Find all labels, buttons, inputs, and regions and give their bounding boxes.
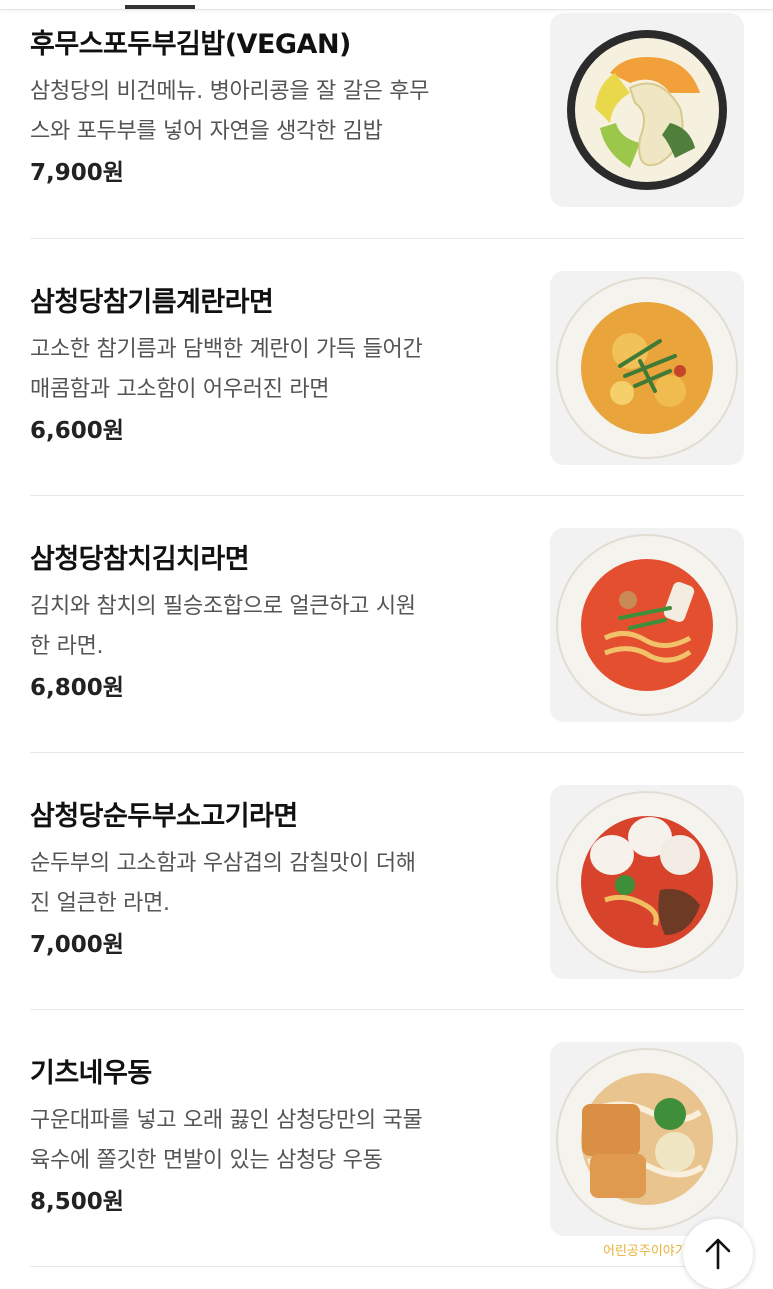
menu-item-description: 순두부의 고소함과 우삼겹의 감칠맛이 더해 진 얼큰한 라면. xyxy=(30,844,535,924)
tuna-kimchi-ramen-photo[interactable] xyxy=(550,528,744,722)
menu-item-price: 6,600원 xyxy=(30,418,124,444)
menu-item[interactable]: 삼청당순두부소고기라면 순두부의 고소함과 우삼겹의 감칠맛이 더해 진 얼큰한… xyxy=(30,785,744,985)
menu-item-description: 삼청당의 비건메뉴. 병아리콩을 잘 갈은 후무 스와 포두부를 넣어 자연을 … xyxy=(30,72,535,152)
menu-item-text: 후무스포두부김밥(VEGAN) 삼청당의 비건메뉴. 병아리콩을 잘 갈은 후무… xyxy=(30,27,535,190)
menu-item[interactable]: 후무스포두부김밥(VEGAN) 삼청당의 비건메뉴. 병아리콩을 잘 갈은 후무… xyxy=(30,13,744,213)
menu-item-description-line: 한 라면. xyxy=(30,634,104,659)
menu-item-name: 삼청당순두부소고기라면 xyxy=(30,801,298,832)
menu-item-description-line: 삼청당의 비건메뉴. 병아리콩을 잘 갈은 후무 xyxy=(30,79,430,104)
menu-item-text: 삼청당순두부소고기라면 순두부의 고소함과 우삼겹의 감칠맛이 더해 진 얼큰한… xyxy=(30,799,535,962)
menu-item-text: 삼청당참기름계란라면 고소한 참기름과 담백한 계란이 가득 들어간 매콤함과 … xyxy=(30,285,535,448)
divider xyxy=(30,238,744,239)
menu-item-name: 삼청당참치김치라면 xyxy=(30,544,250,575)
divider xyxy=(30,1266,744,1267)
menu-item-description-line: 고소한 참기름과 담백한 계란이 가득 들어간 xyxy=(30,337,423,362)
menu-item[interactable]: 삼청당참치김치라면 김치와 참치의 필승조합으로 얼큰하고 시원 한 라면. 6… xyxy=(30,528,744,728)
active-tab-indicator xyxy=(125,5,195,9)
arrow-up-icon xyxy=(705,1238,731,1270)
divider xyxy=(30,1009,744,1010)
menu-item-description: 구운대파를 넣고 오래 끓인 삼청당만의 국물 육수에 쫄깃한 면발이 있는 삼… xyxy=(30,1101,535,1181)
menu-item[interactable]: 기츠네우동 구운대파를 넣고 오래 끓인 삼청당만의 국물 육수에 쫄깃한 면발… xyxy=(30,1042,744,1242)
divider xyxy=(30,495,744,496)
menu-item-text: 삼청당참치김치라면 김치와 참치의 필승조합으로 얼큰하고 시원 한 라면. 6… xyxy=(30,542,535,705)
menu-item-description-line: 진 얼큰한 라면. xyxy=(30,891,170,916)
menu-item-description-line: 육수에 쫄깃한 면발이 있는 삼청당 우동 xyxy=(30,1148,383,1173)
menu-item-description-line: 매콤함과 고소함이 어우러진 라면 xyxy=(30,377,330,402)
menu-item-text: 기츠네우동 구운대파를 넣고 오래 끓인 삼청당만의 국물 육수에 쫄깃한 면발… xyxy=(30,1056,535,1219)
menu-item-price: 8,500원 xyxy=(30,1189,124,1215)
top-tab-bar xyxy=(0,0,773,10)
menu-item-description-line: 김치와 참치의 필승조합으로 얼큰하고 시원 xyxy=(30,594,416,619)
menu-item-name: 삼청당참기름계란라면 xyxy=(30,287,274,318)
menu-item-description-line: 순두부의 고소함과 우삼겹의 감칠맛이 더해 xyxy=(30,851,416,876)
soft-tofu-beef-ramen-photo[interactable] xyxy=(550,785,744,979)
menu-item-name: 기츠네우동 xyxy=(30,1058,152,1089)
menu-item-description: 고소한 참기름과 담백한 계란이 가득 들어간 매콤함과 고소함이 어우러진 라… xyxy=(30,330,535,410)
egg-ramen-photo[interactable] xyxy=(550,271,744,465)
menu-item-description-line: 스와 포두부를 넣어 자연을 생각한 김밥 xyxy=(30,119,383,144)
menu-item-name: 후무스포두부김밥(VEGAN) xyxy=(30,29,351,60)
kitsune-udon-photo[interactable] xyxy=(550,1042,744,1236)
menu-item[interactable]: 삼청당참기름계란라면 고소한 참기름과 담백한 계란이 가득 들어간 매콤함과 … xyxy=(30,271,744,471)
scroll-to-top-button[interactable] xyxy=(683,1219,753,1289)
divider xyxy=(30,752,744,753)
menu-item-price: 6,800원 xyxy=(30,675,124,701)
menu-item-description: 김치와 참치의 필승조합으로 얼큰하고 시원 한 라면. xyxy=(30,587,535,667)
menu-item-price: 7,900원 xyxy=(30,160,124,186)
menu-item-price: 7,000원 xyxy=(30,932,124,958)
watermark-text: 어린공주이야기 xyxy=(603,1244,687,1259)
gimbap-photo[interactable] xyxy=(550,13,744,207)
menu-item-description-line: 구운대파를 넣고 오래 끓인 삼청당만의 국물 xyxy=(30,1108,423,1133)
